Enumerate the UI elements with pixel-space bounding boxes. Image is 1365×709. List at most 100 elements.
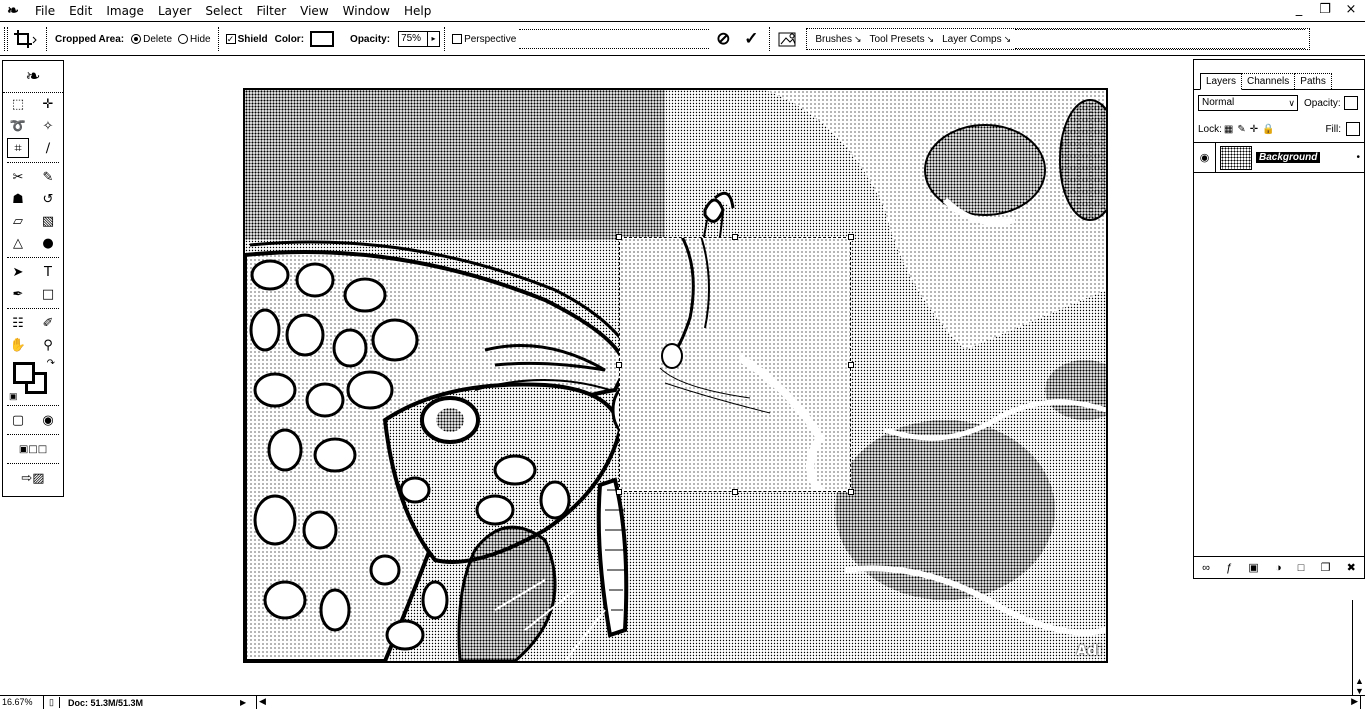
lock-transparency-icon[interactable]: ▦	[1224, 124, 1233, 135]
crop-handle-bottom[interactable]	[732, 489, 738, 495]
hand-tool-icon[interactable]: ✋	[7, 335, 29, 355]
crop-handle-top[interactable]	[732, 234, 738, 240]
eraser-tool-icon[interactable]: ▱	[7, 211, 29, 231]
horizontal-scrollbar[interactable]: ◀ ▶	[256, 696, 1361, 709]
perspective-checkbox[interactable]: Perspective	[452, 34, 516, 45]
delete-radio[interactable]: Delete	[131, 34, 172, 45]
lock-image-icon[interactable]: ✎	[1237, 124, 1245, 135]
tab-channels[interactable]: Channels	[1241, 73, 1296, 89]
type-tool-icon[interactable]: T	[37, 262, 59, 282]
shield-checkbox[interactable]: ✓ Shield	[225, 34, 268, 45]
tab-layers[interactable]: Layers	[1200, 73, 1243, 90]
menu-layer[interactable]: Layer	[151, 0, 198, 22]
healing-brush-icon[interactable]: ✂	[7, 167, 29, 187]
menu-window[interactable]: Window	[336, 0, 397, 22]
lock-all-icon[interactable]: 🔒	[1262, 124, 1274, 135]
watermark-text: Adi	[1076, 643, 1102, 659]
status-info-icon[interactable]: ▯	[44, 697, 60, 708]
new-layer-icon[interactable]: ❐	[1321, 561, 1331, 574]
magic-wand-icon[interactable]: ✧	[37, 116, 59, 136]
menu-edit[interactable]: Edit	[62, 0, 99, 22]
crop-icon	[14, 30, 37, 48]
crop-handle-left[interactable]	[616, 362, 622, 368]
pen-tool-icon[interactable]: ✒	[7, 284, 29, 304]
clone-stamp-icon[interactable]: ☗	[7, 189, 29, 209]
jump-to-imageready-icon[interactable]: ⇨▨	[11, 468, 55, 488]
adjustment-layer-icon[interactable]: ◑	[1275, 562, 1282, 574]
toolbox-feather-icon[interactable]: ❧	[3, 61, 63, 93]
dodge-tool-icon[interactable]: ●	[37, 233, 59, 253]
gradient-tool-icon[interactable]: ▧	[37, 211, 59, 231]
crop-tool-icon[interactable]: ⌗	[7, 138, 29, 158]
menu-file[interactable]: File	[28, 0, 62, 22]
close-icon[interactable]: ×	[1343, 2, 1359, 17]
eyedropper-icon[interactable]: ✐	[37, 313, 59, 333]
menu-filter[interactable]: Filter	[249, 0, 293, 22]
blur-tool-icon[interactable]: △	[7, 233, 29, 253]
tab-paths[interactable]: Paths	[1294, 73, 1332, 89]
menu-help[interactable]: Help	[397, 0, 438, 22]
layers-footer: ∞ ƒ ▣ ◑ □ ❐ ✖	[1194, 556, 1364, 578]
brushes-tab[interactable]: Brushes	[815, 34, 861, 45]
layer-style-icon[interactable]: ƒ	[1226, 562, 1232, 574]
scroll-left-icon[interactable]: ◀	[259, 696, 266, 707]
notes-tool-icon[interactable]: ☷	[7, 313, 29, 333]
crop-handle-bottom-left[interactable]	[616, 489, 622, 495]
marquee-tool-icon[interactable]: ⬚	[7, 94, 29, 114]
crop-handle-top-left[interactable]	[616, 234, 622, 240]
scroll-right-icon[interactable]: ▶	[1351, 696, 1358, 707]
default-colors-icon[interactable]: ▣	[9, 391, 18, 402]
screen-mode-icon[interactable]: ▣□□	[19, 439, 47, 459]
path-selection-icon[interactable]: ➤	[7, 262, 29, 282]
quick-mask-icon[interactable]: ◉	[37, 410, 59, 430]
crop-handle-top-right[interactable]	[848, 234, 854, 240]
layer-row[interactable]: ◉ Background •	[1194, 142, 1364, 173]
toolbox-divider	[7, 405, 59, 406]
crop-tool-preset-icon[interactable]	[8, 26, 42, 52]
lasso-tool-icon[interactable]: ➰	[7, 116, 29, 136]
opacity-label: Opacity:	[350, 33, 391, 45]
move-tool-icon[interactable]: ✛	[37, 94, 59, 114]
visibility-eye-icon[interactable]: ◉	[1194, 142, 1216, 173]
standard-mode-icon[interactable]: ▢	[7, 410, 29, 430]
tool-presets-tab[interactable]: Tool Presets	[870, 34, 935, 45]
file-browser-icon[interactable]	[774, 26, 802, 52]
toolbox-divider	[7, 463, 59, 464]
slice-tool-icon[interactable]: ∕	[37, 138, 59, 158]
commit-crop-button[interactable]: ✓	[737, 26, 765, 52]
status-menu-arrow-icon[interactable]: ▶	[240, 698, 252, 707]
menu-image[interactable]: Image	[99, 0, 151, 22]
swap-colors-icon[interactable]: ↷	[47, 358, 55, 369]
zoom-level-field[interactable]: 16.67%	[0, 696, 44, 709]
crop-handle-bottom-right[interactable]	[848, 489, 854, 495]
blend-mode-select[interactable]: Normal	[1198, 95, 1298, 111]
layers-panel: Layers Channels Paths Normal Opacity: Lo…	[1193, 59, 1365, 579]
fill-field[interactable]	[1346, 122, 1360, 136]
foreground-color[interactable]	[13, 362, 35, 384]
layer-comps-tab[interactable]: Layer Comps	[942, 34, 1011, 45]
brush-tool-icon[interactable]: ✎	[37, 167, 59, 187]
hide-radio[interactable]: Hide	[178, 34, 211, 45]
new-group-icon[interactable]: □	[1298, 562, 1305, 574]
scroll-up-icon[interactable]: ▲	[1355, 676, 1364, 686]
lock-position-icon[interactable]: ✛	[1250, 124, 1258, 135]
shape-tool-icon[interactable]: □	[37, 284, 59, 304]
cancel-crop-button[interactable]: ⊘	[709, 26, 737, 52]
vertical-scrollbar[interactable]: ▲ ▼	[1352, 600, 1365, 696]
minimize-icon[interactable]: _	[1291, 2, 1307, 17]
opacity-input[interactable]: 75%	[398, 31, 429, 47]
menu-view[interactable]: View	[293, 0, 335, 22]
photoshop-feather-icon[interactable]: ❧	[4, 2, 22, 20]
shield-color-swatch[interactable]	[310, 31, 335, 47]
menu-select[interactable]: Select	[198, 0, 249, 22]
layer-opacity-field[interactable]	[1343, 96, 1358, 110]
layer-mask-icon[interactable]: ▣	[1248, 561, 1258, 574]
crop-selection[interactable]	[616, 232, 854, 495]
crop-handle-right[interactable]	[848, 362, 854, 368]
zoom-tool-icon[interactable]: ⚲	[37, 335, 59, 355]
restore-icon[interactable]: ❐	[1317, 2, 1333, 17]
history-brush-icon[interactable]: ↺	[37, 189, 59, 209]
link-layers-icon[interactable]: ∞	[1202, 562, 1210, 574]
delete-layer-icon[interactable]: ✖	[1347, 561, 1356, 574]
opacity-slider-arrow[interactable]: ▸	[428, 31, 441, 47]
